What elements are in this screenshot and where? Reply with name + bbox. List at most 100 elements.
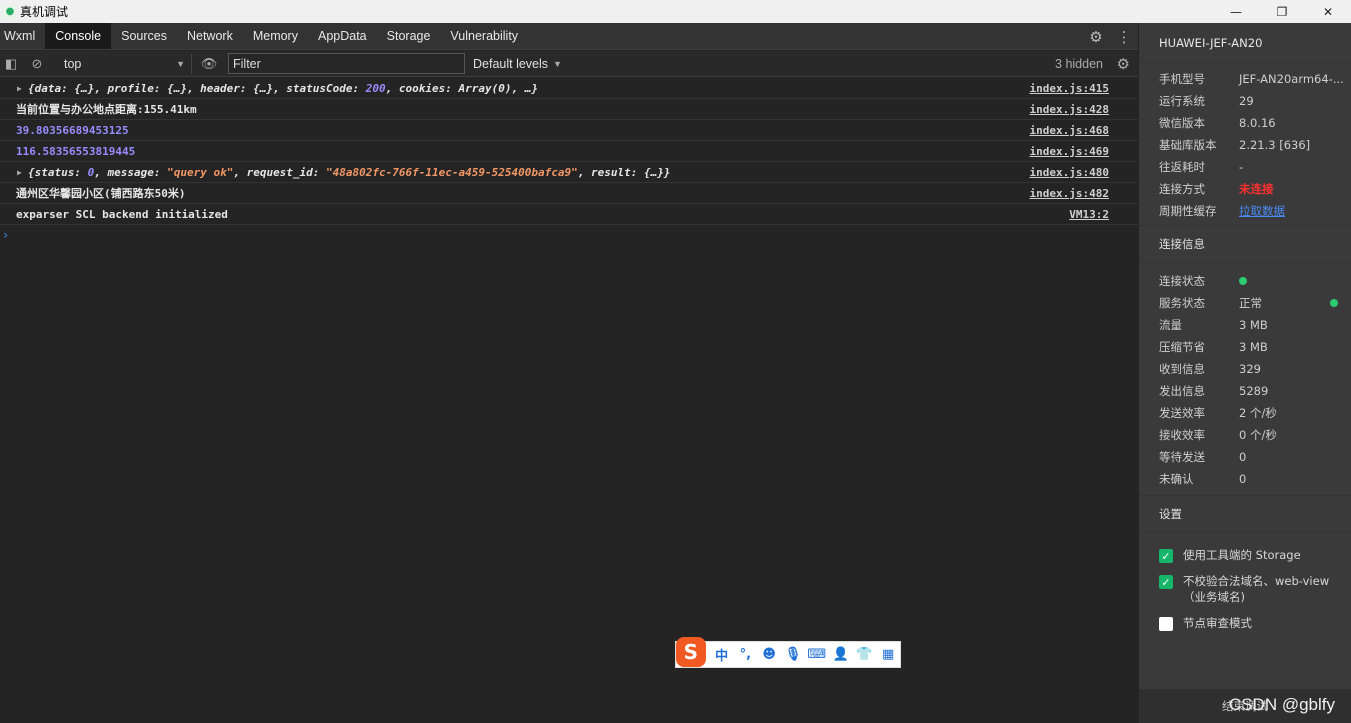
connection-heading: 连接信息 [1139,226,1351,263]
checkbox-checked[interactable]: ✓ [1159,575,1173,589]
source-link[interactable]: index.js:480 [1030,166,1109,179]
console-message: {data: {…}, profile: {…}, header: {…}, s… [16,82,538,95]
settings-option-label: 节点审查模式 [1183,616,1252,630]
info-key: 运行系统 [1159,94,1205,108]
connection-info-row: 接收效率 0 个/秒 [1139,424,1351,446]
source-link[interactable]: index.js:482 [1030,187,1109,200]
settings-heading: 设置 [1139,496,1351,533]
connection-info-row: 未确认 0 [1139,468,1351,490]
console-message: {status: 0, message: "query ok", request… [16,166,670,179]
info-key: 微信版本 [1159,116,1205,130]
console-message: exparser SCL backend initialized [16,208,228,221]
context-selector[interactable]: top ▼ [52,53,192,74]
info-key: 压缩节省 [1159,340,1205,354]
info-value: 2 个/秒 [1239,406,1277,420]
source-link[interactable]: index.js:428 [1030,103,1109,116]
connection-info-row: 收到信息 329 [1139,358,1351,380]
info-key: 连接方式 [1159,182,1205,196]
connection-info-row: 连接状态 [1139,270,1351,292]
eye-icon[interactable]: 👁 [198,56,220,72]
tab-wxml[interactable]: Wxml [0,23,45,49]
chevron-down-icon: ▼ [553,58,562,69]
tab-console[interactable]: Console [45,23,112,49]
context-value: top [64,56,82,71]
emoji-icon[interactable]: ☻ [757,647,781,662]
sidebar-toggle-icon[interactable]: ◧ [0,56,22,72]
settings-list: ✓ 使用工具端的 Storage ✓ 不校验合法域名、web-view（业务域名) 节点… [1139,533,1351,631]
maximize-button[interactable]: ❐ [1259,0,1305,23]
info-value: 0 个/秒 [1239,428,1277,442]
hidden-count: 3 hidden [1055,56,1103,71]
device-info-row: 手机型号 JEF-AN20arm64-... [1139,68,1351,90]
info-key: 接收效率 [1159,428,1205,442]
filter-input[interactable]: Filter [228,53,465,74]
info-value: 2.21.3 [636] [1239,138,1311,152]
console-row[interactable]: ▶ {data: {…}, profile: {…}, header: {…}, … [0,78,1138,99]
tab-sources[interactable]: Sources [111,23,177,49]
console-toolbar: ◧ ⊘ top ▼ 👁 Filter Default levels ▼ 3 hi… [0,51,1138,77]
device-info-row: 往返耗时 - [1139,156,1351,178]
expand-triangle-icon[interactable]: ▶ [17,84,22,93]
checkbox-unchecked[interactable] [1159,617,1173,631]
console-message-part: 当前位置与办公地点距离:155.41km [16,103,197,116]
log-levels-dropdown[interactable]: Default levels ▼ [473,57,562,71]
console-message-part: 通州区华馨园小区(铺西路东50米) [16,187,186,200]
console-message-part: , message: [94,165,168,179]
console-row: exparser SCL backend initialized VM13:2 [0,204,1138,225]
wechat-devtools-icon: ● [3,4,17,19]
info-value: 3 MB [1239,340,1268,354]
pull-data-link[interactable]: 拉取数据 [1239,203,1285,219]
info-key: 收到信息 [1159,362,1205,376]
info-value: 0 [1239,472,1247,486]
user-icon[interactable]: 👤 [829,647,853,662]
keyboard-icon[interactable]: ⌨ [805,647,829,662]
tab-network[interactable]: Network [177,23,243,49]
tab-vulnerability[interactable]: Vulnerability [440,23,528,49]
info-key: 发送效率 [1159,406,1205,420]
source-link[interactable]: index.js:469 [1030,145,1109,158]
ime-mode-toggle[interactable]: 中 [710,645,734,664]
window-title: 真机调试 [20,5,69,19]
clear-console-icon[interactable]: ⊘ [26,56,48,72]
microphone-icon[interactable]: 🎙 [781,647,805,662]
info-value: 3 MB [1239,318,1268,332]
info-value: 0 [1239,450,1247,464]
console-message: 通州区华馨园小区(铺西路东50米) [16,185,186,201]
skin-shirt-icon[interactable]: 👕 [852,647,876,662]
close-button[interactable]: ✕ [1305,0,1351,23]
console-message: 当前位置与办公地点距离:155.41km [16,101,197,117]
source-link[interactable]: VM13:2 [1069,208,1109,221]
tab-storage[interactable]: Storage [377,23,441,49]
settings-option[interactable]: 节点审查模式 [1139,615,1351,631]
source-link[interactable]: index.js:468 [1030,124,1109,137]
console-message-part: , cookies: Array(0), …} [385,81,538,95]
tab-memory[interactable]: Memory [243,23,308,49]
info-value: 5289 [1239,384,1269,398]
settings-option[interactable]: ✓ 不校验合法域名、web-view（业务域名) [1139,573,1351,605]
device-info-row: 周期性缓存 拉取数据 [1139,200,1351,222]
info-key: 未确认 [1159,472,1194,486]
more-menu-icon[interactable]: ⋮ [1110,28,1138,46]
device-info-row: 连接方式 未连接 [1139,178,1351,200]
settings-gear-icon[interactable]: ⚙ [1082,28,1110,46]
console-message-part: {status: [28,165,88,179]
tab-appdata[interactable]: AppData [308,23,377,49]
connection-info-row: 发出信息 5289 [1139,380,1351,402]
info-value: - [1239,160,1244,174]
sogou-logo-icon[interactable]: S [676,636,706,667]
console-prompt[interactable]: › [0,225,1138,245]
toolbox-grid-icon[interactable]: ▦ [876,647,900,662]
console-message: 39.80356689453125 [16,124,129,137]
info-value: 8.0.16 [1239,116,1276,130]
console-row: 通州区华馨园小区(铺西路东50米) index.js:482 [0,183,1138,204]
info-value: 未连接 [1239,182,1274,196]
minimize-button[interactable]: — [1213,0,1259,23]
checkbox-checked[interactable]: ✓ [1159,549,1173,563]
console-row[interactable]: ▶ {status: 0, message: "query ok", reques… [0,162,1138,183]
punctuation-toggle[interactable]: °, [734,647,758,662]
settings-option[interactable]: ✓ 使用工具端的 Storage [1139,547,1351,563]
expand-triangle-icon[interactable]: ▶ [17,168,22,177]
source-link[interactable]: index.js:415 [1030,82,1109,95]
console-settings-gear-icon[interactable]: ⚙ [1117,55,1130,73]
info-key: 手机型号 [1159,72,1205,86]
